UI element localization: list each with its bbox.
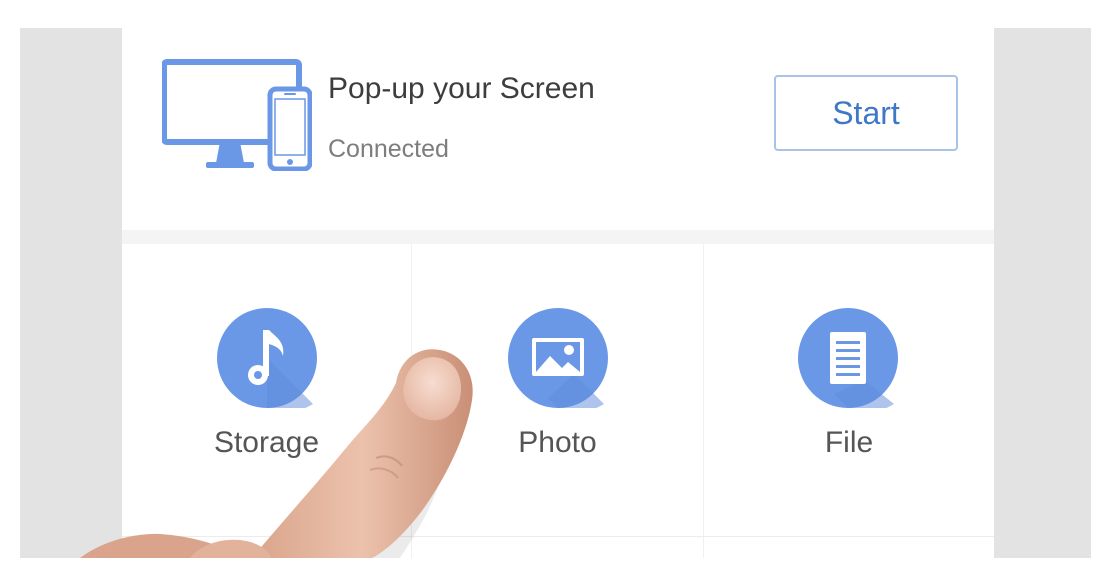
document-icon <box>798 308 898 408</box>
popup-title: Pop-up your Screen <box>328 72 595 105</box>
device-frame: Pop-up your Screen Connected Start Stora… <box>20 28 1091 558</box>
music-note-icon <box>217 308 317 408</box>
tile-lower-1[interactable] <box>122 537 412 558</box>
tile-lower-2[interactable] <box>412 537 704 558</box>
section-divider <box>122 230 994 244</box>
tile-lower-3[interactable] <box>704 537 994 558</box>
feature-grid: Storage Photo File <box>122 244 994 558</box>
app-screen: Pop-up your Screen Connected Start Stora… <box>122 28 994 558</box>
tile-label-photo: Photo <box>518 426 597 459</box>
tile-label-file: File <box>824 426 874 459</box>
popup-screen-card: Pop-up your Screen Connected Start <box>122 28 994 230</box>
tile-label-storage: Storage <box>213 426 320 459</box>
connection-status: Connected <box>328 135 449 163</box>
monitor-phone-icon <box>162 59 312 171</box>
tile-storage[interactable]: Storage <box>122 244 412 536</box>
image-icon <box>508 308 608 408</box>
start-button[interactable]: Start <box>774 75 958 151</box>
tile-photo[interactable]: Photo <box>412 244 704 536</box>
tile-file[interactable]: File <box>704 244 994 536</box>
